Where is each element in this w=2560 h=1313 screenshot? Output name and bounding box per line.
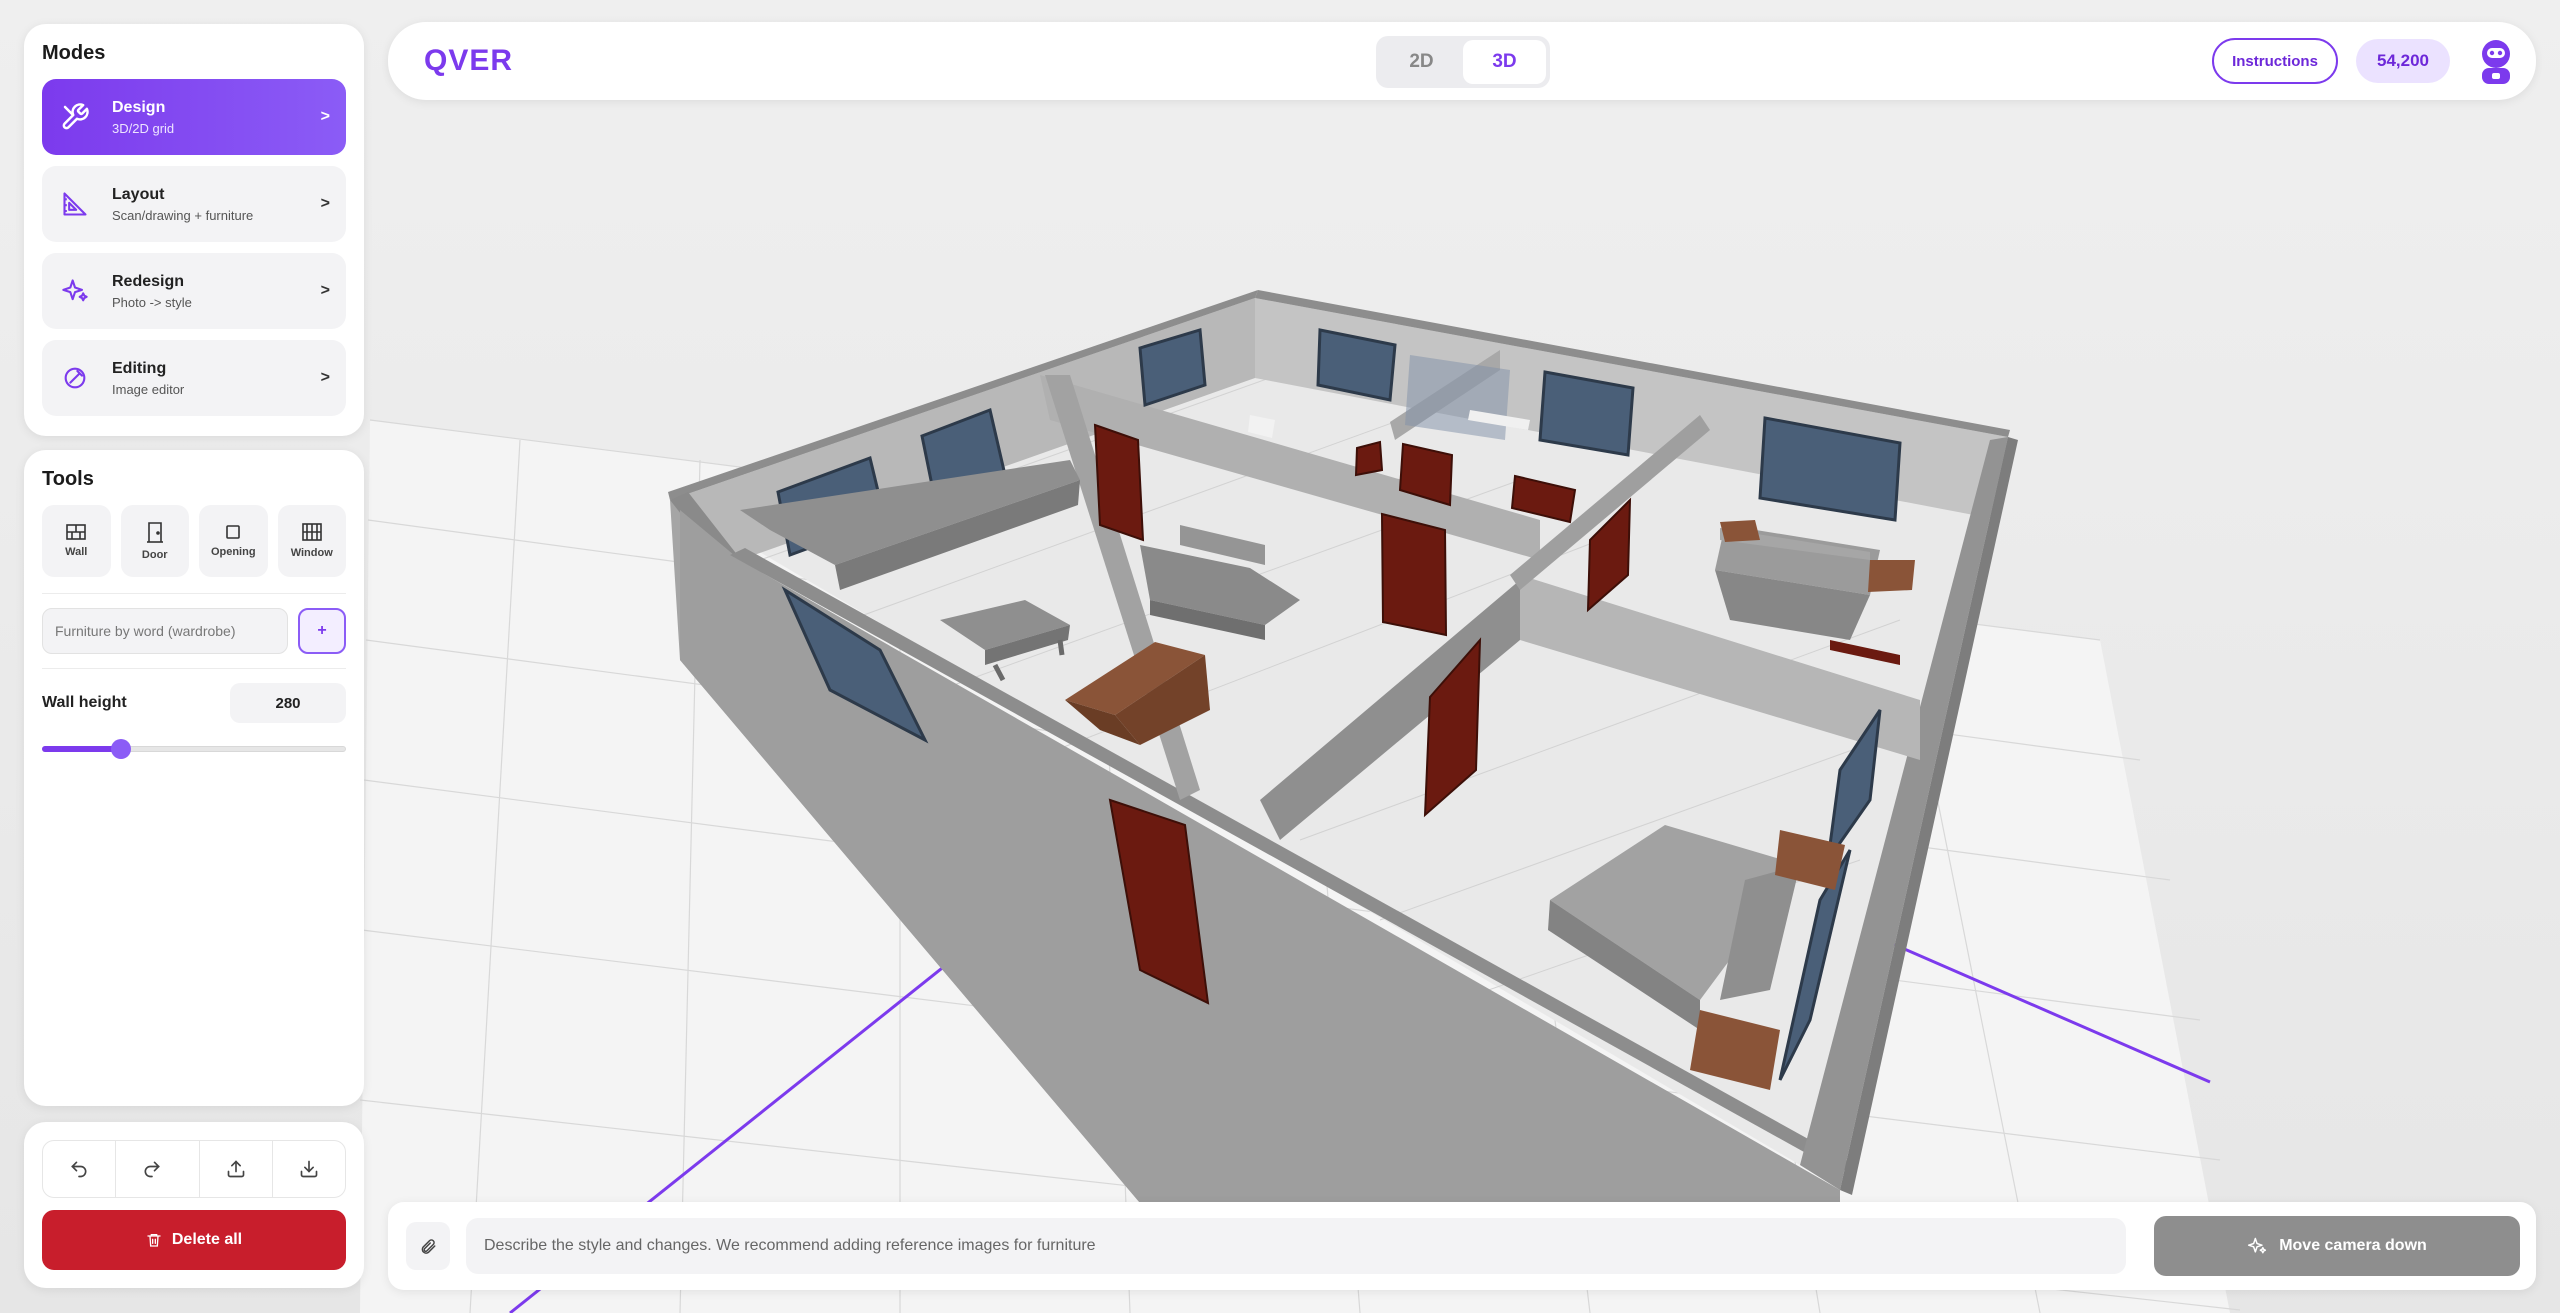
redo-icon [144, 1161, 161, 1178]
modes-title: Modes [42, 42, 106, 64]
delete-all-label: Delete all [171, 1231, 243, 1248]
view-3d-button[interactable]: 3D [1463, 40, 1546, 84]
tools-panel: Tools Wall Door Opening Window Furniture… [24, 450, 364, 1106]
mode-sub: 3D/2D grid [112, 120, 175, 136]
prompt-bar: Move camera down [388, 1202, 2536, 1290]
mode-label: Editing [112, 359, 167, 377]
trash-icon [147, 1234, 161, 1247]
slider-fill [42, 746, 122, 752]
furniture-search-input[interactable] [42, 608, 288, 654]
3d-viewport[interactable] [0, 0, 2560, 1313]
edit-icon [58, 361, 92, 395]
mode-editing[interactable]: Editing Image editor > [42, 340, 346, 416]
tool-label: Window [290, 547, 333, 559]
wall-height-slider[interactable] [42, 739, 346, 759]
chevron-right-icon: > [320, 108, 330, 125]
tool-label: Wall [65, 546, 88, 558]
undo-icon [71, 1161, 87, 1178]
download-button[interactable] [271, 1141, 345, 1197]
door-icon [146, 522, 163, 543]
wall-height-label: Wall height [42, 694, 127, 711]
mode-sub: Photo -> style [112, 294, 192, 310]
mode-sub: Image editor [112, 381, 185, 397]
app-logo[interactable]: QVER [424, 44, 513, 78]
tools-title: Tools [42, 468, 94, 490]
view-toggle: 2D 3D [1376, 36, 1550, 88]
chevron-right-icon: > [320, 282, 330, 299]
tool-opening-button[interactable]: Opening [199, 505, 268, 577]
redo-button[interactable] [115, 1141, 188, 1197]
mode-sub: Scan/drawing + furniture [112, 207, 254, 223]
opening-icon [226, 525, 241, 539]
delete-all-button[interactable]: Delete all [42, 1210, 346, 1270]
window-icon [301, 523, 322, 541]
divider [42, 668, 346, 669]
divider [42, 593, 346, 594]
move-camera-down-button[interactable]: Move camera down [2154, 1216, 2520, 1276]
prompt-input[interactable] [466, 1218, 2126, 1274]
chevron-right-icon: > [320, 369, 330, 386]
wall-height-input[interactable]: 280 [230, 683, 346, 723]
paperclip-icon [421, 1239, 436, 1254]
mode-redesign[interactable]: Redesign Photo -> style > [42, 253, 346, 329]
download-icon [300, 1160, 318, 1178]
set-square-icon [58, 187, 92, 221]
mode-layout[interactable]: Layout Scan/drawing + furniture > [42, 166, 346, 242]
upload-button[interactable] [200, 1141, 272, 1197]
robot-avatar-icon [2482, 40, 2510, 84]
actions-panel: Delete all [24, 1122, 364, 1288]
instructions-button[interactable]: Instructions [2212, 38, 2338, 84]
mode-design[interactable]: Design 3D/2D grid > [42, 79, 346, 155]
tool-label: Door [141, 549, 168, 561]
chevron-right-icon: > [320, 195, 330, 212]
sparkle-icon [2248, 1237, 2267, 1254]
undo-button[interactable] [43, 1141, 115, 1197]
tool-window-button[interactable]: Window [277, 505, 346, 577]
mode-label: Design [112, 98, 166, 116]
wall-icon [66, 524, 87, 540]
attach-button[interactable] [406, 1222, 450, 1270]
mode-label: Layout [112, 185, 165, 203]
top-bar: QVER 2D 3D Instructions 54,200 [388, 22, 2536, 100]
view-2d-button[interactable]: 2D [1380, 40, 1463, 84]
upload-icon [227, 1160, 244, 1178]
move-camera-down-label: Move camera down [2279, 1237, 2427, 1254]
sparkles-icon [58, 274, 92, 308]
add-furniture-button[interactable]: + [298, 608, 346, 654]
slider-thumb[interactable] [111, 739, 132, 759]
tool-label: Opening [210, 546, 256, 558]
mode-label: Redesign [112, 272, 185, 290]
modes-panel: Modes Design 3D/2D grid > Layout Scan/dr… [24, 24, 364, 436]
tools-icon [58, 100, 92, 134]
avatar[interactable] [2472, 36, 2520, 86]
credits-badge[interactable]: 54,200 [2356, 39, 2450, 83]
tool-wall-button[interactable]: Wall [42, 505, 111, 577]
tool-door-button[interactable]: Door [120, 505, 189, 577]
